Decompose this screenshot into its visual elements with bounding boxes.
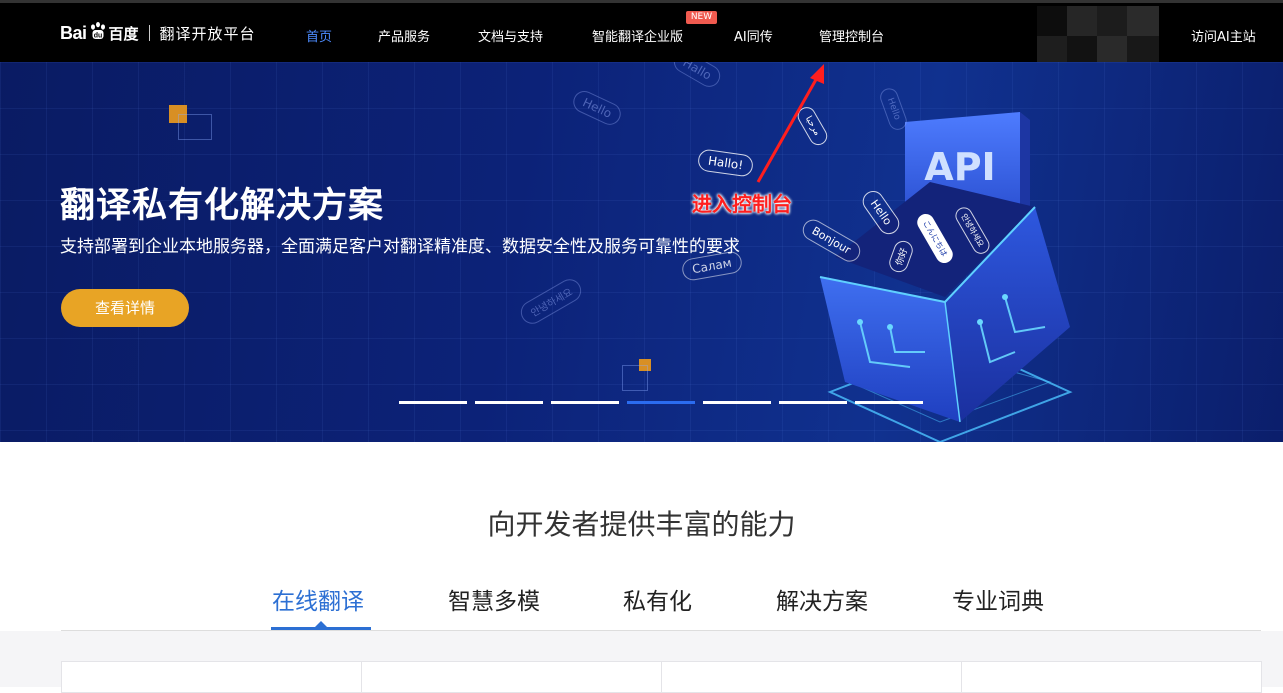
capability-card[interactable] (361, 661, 662, 693)
annotation-arrow-icon (756, 64, 824, 183)
carousel-dot[interactable] (703, 401, 771, 404)
logo-divider (148, 25, 150, 41)
capability-card[interactable] (961, 661, 1262, 693)
redacted-user-area (1037, 6, 1159, 66)
carousel-dot-active[interactable] (627, 401, 695, 404)
nav-products[interactable]: 产品服务 (378, 26, 430, 45)
hero-subtitle: 支持部署到企业本地服务器，全面满足客户对翻译精准度、数据安全性及服务可靠性的要求 (60, 237, 740, 257)
logo-baidu-cn: 百度 (108, 24, 139, 43)
carousel-dot[interactable] (475, 401, 543, 404)
hero-banner[interactable]: API Hallo! Hello Bonjour Салам 你好 こんにちは … (0, 62, 1283, 442)
tab-private-deployment[interactable]: 私有化 (623, 582, 692, 616)
carousel-dot[interactable] (779, 401, 847, 404)
capability-card[interactable] (661, 661, 962, 693)
capability-card[interactable] (61, 661, 362, 693)
section-title: 向开发者提供丰富的能力 (487, 508, 796, 541)
capability-tabs: 在线翻译 智慧多模 私有化 解决方案 专业词典 (61, 570, 1261, 631)
nav-ai-interpretation[interactable]: AI同传 (734, 26, 773, 45)
nav-ai-main-site[interactable]: 访问AI主站 (1191, 26, 1256, 45)
carousel-indicators (399, 401, 923, 404)
tab-multimodal[interactable]: 智慧多模 (448, 582, 540, 616)
nav-console[interactable]: 管理控制台 (819, 26, 884, 45)
annotation-enter-console: 进入控制台 (692, 192, 792, 216)
nav-enterprise[interactable]: 智能翻译企业版 (592, 26, 683, 45)
nav-home[interactable]: 首页 (306, 26, 332, 45)
baidu-logo[interactable]: Bai du 百度 翻译开放平台 (60, 20, 256, 46)
logo-platform-name: 翻译开放平台 (159, 24, 256, 43)
new-badge: NEW (686, 11, 717, 24)
tab-professional-dictionary[interactable]: 专业词典 (952, 582, 1044, 616)
hero-title: 翻译私有化解决方案 (60, 186, 385, 226)
svg-text:du: du (93, 33, 102, 40)
tab-solutions[interactable]: 解决方案 (776, 582, 868, 616)
decor-square-outline-small (622, 365, 648, 391)
carousel-dot[interactable] (551, 401, 619, 404)
view-details-button[interactable]: 查看详情 (61, 289, 189, 327)
tab-online-translation[interactable]: 在线翻译 (272, 582, 364, 616)
carousel-dot[interactable] (855, 401, 923, 404)
logo-bai-text: Bai (60, 22, 87, 43)
carousel-dot[interactable] (399, 401, 467, 404)
api-label: API (924, 145, 995, 189)
paw-icon: du (88, 21, 108, 45)
active-tab-underline (271, 627, 371, 630)
decor-square-outline (178, 114, 212, 140)
nav-docs[interactable]: 文档与支持 (478, 26, 543, 45)
